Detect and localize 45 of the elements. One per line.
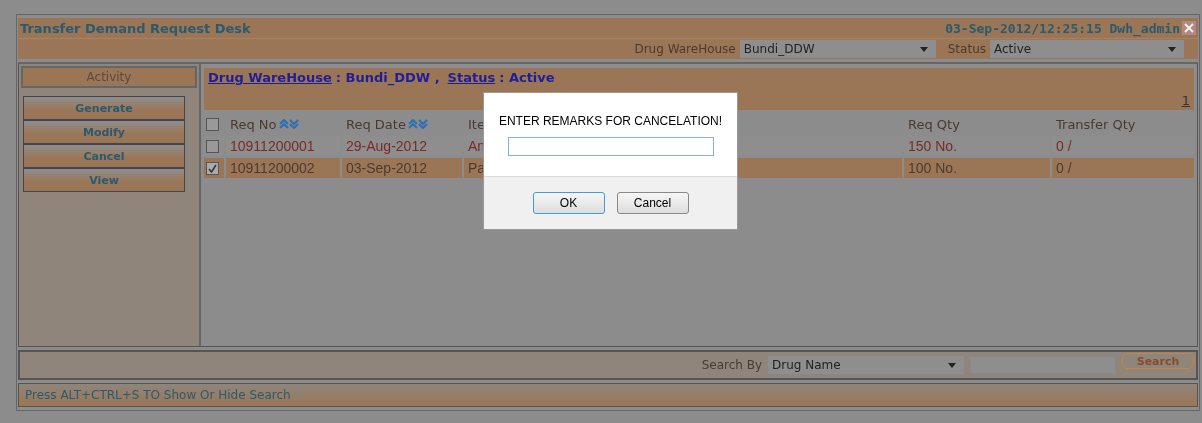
window-title: Transfer Demand Request Desk [20,20,252,36]
filter-dropdown[interactable]: Bundi_DDW [739,40,936,58]
filter-value: : Bundi_DDW , [335,70,440,85]
close-icon[interactable] [1182,21,1196,35]
table-cell: 03-Sep-2012 [346,160,427,176]
sort-arrows-icon[interactable] [278,119,299,129]
dialog-message: ENTER REMARKS FOR CANCELATION! [498,114,723,128]
column-header[interactable]: Req Date [346,116,428,132]
remarks-field[interactable] [507,137,714,156]
activity-button[interactable]: Cancel [23,144,185,168]
column-header: Transfer Qty [1056,116,1136,132]
filter-dropdown[interactable]: Active [990,40,1184,58]
column-header: Req Qty [908,116,960,132]
dialog-button[interactable]: OK [532,192,605,214]
filter-link[interactable]: Status [447,70,496,85]
row-checkbox[interactable] [206,139,219,153]
status-text: Press ALT+CTRL+S TO Show Or Hide Search [25,388,291,402]
sort-arrows-icon[interactable] [407,119,428,129]
datetime-user: 03-Sep-2012/12:25:15 Dwh_admin [945,20,1180,36]
search-button[interactable]: Search [1122,353,1194,369]
dialog-button[interactable]: Cancel [616,192,689,214]
table-cell: 10911200002 [230,160,315,176]
search-by-label: Search By [701,358,762,372]
select-all-checkbox[interactable] [206,117,219,131]
table-cell: 100 No. [908,160,958,176]
dropdown-caret-icon [1168,46,1176,52]
table-cell: 10911200001 [230,138,315,154]
filter-value: : Active [499,70,555,85]
search-by-dropdown[interactable]: Drug Name [768,356,964,374]
table-cell: 29-Aug-2012 [346,138,427,154]
table-cell: 0 / [1056,160,1072,176]
activity-button[interactable]: Modify [23,120,185,144]
table-cell: 0 / [1056,138,1072,154]
table-cell: 150 No. [908,138,958,154]
filter-link[interactable]: Drug WareHouse [208,70,332,85]
sidebar-heading: Activity [21,66,197,88]
activity-button[interactable]: Generate [23,96,185,120]
dropdown-caret-icon [948,362,956,368]
filter-label: Drug WareHouse [634,42,736,56]
filter-label: Status [947,42,986,56]
row-checkbox[interactable] [206,161,219,175]
page-link[interactable]: 1 [1181,93,1190,108]
column-header[interactable]: Req No [230,116,299,132]
dropdown-caret-icon [919,46,928,52]
activity-button[interactable]: View [23,168,185,192]
